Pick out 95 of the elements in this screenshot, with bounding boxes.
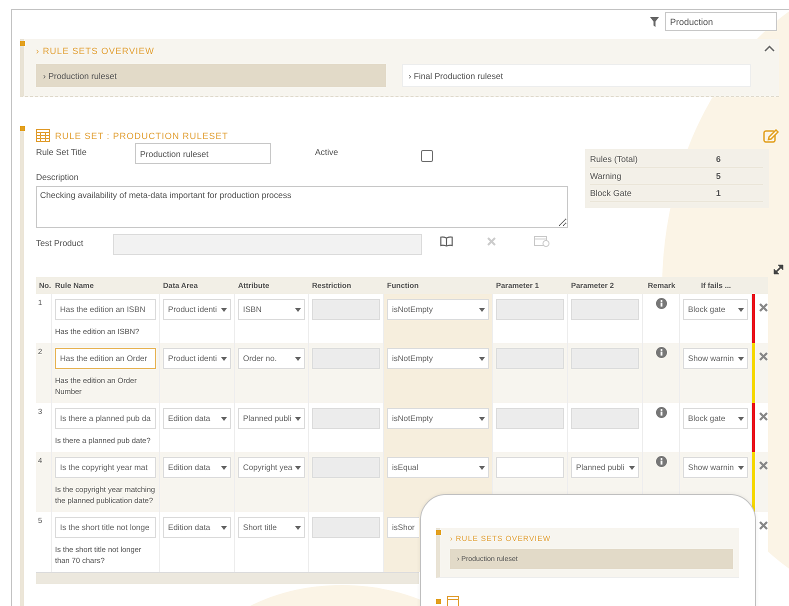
delete-icon[interactable] [759, 352, 768, 361]
field-label: Rule Set Title [36, 147, 88, 157]
caret-icon [629, 466, 635, 470]
function-select[interactable]: isNotEmpty [387, 348, 489, 369]
caret-icon [221, 356, 227, 360]
stat-label: Block Gate [590, 188, 633, 198]
rule-name-field[interactable]: Has the edition an Order [55, 348, 156, 369]
caret-icon [295, 308, 301, 312]
restriction-field[interactable] [312, 348, 380, 369]
delete-icon[interactable] [759, 412, 768, 421]
stat-label: Rules (Total) [590, 154, 639, 164]
if-fails-select[interactable]: Show warnin [683, 348, 748, 369]
if-fails-select[interactable]: Show warnin [683, 457, 748, 478]
filter-icon [650, 16, 659, 26]
stat-value: 5 [716, 171, 721, 181]
section-title: RULE SET : PRODUCTION RULESET [55, 130, 230, 140]
restriction-field[interactable] [312, 299, 380, 320]
stat-value: 6 [716, 154, 721, 164]
caret-icon [221, 416, 227, 420]
info-icon[interactable] [656, 456, 666, 467]
chevron-up-icon[interactable] [764, 45, 775, 52]
active-checkbox[interactable] [421, 150, 433, 162]
horizontal-scrollbar[interactable] [36, 572, 419, 584]
rule-name-field[interactable]: Is the copyright year mat [55, 457, 156, 478]
rule-name-field[interactable]: Is the short title not longe [55, 517, 156, 538]
function-select[interactable]: isNotEmpty [387, 408, 489, 429]
if-fails-select[interactable]: Block gate [683, 299, 748, 320]
caret-icon [295, 466, 301, 470]
restriction-field[interactable] [312, 517, 380, 538]
stat-label: Warning [590, 171, 622, 181]
data-area-select[interactable]: Edition data [163, 408, 231, 429]
section-marker [20, 126, 25, 131]
rule-name-field[interactable]: Has the edition an ISBN [55, 299, 156, 320]
caret-icon [738, 416, 744, 420]
parameter-field[interactable] [571, 348, 639, 369]
table-icon [36, 129, 50, 142]
caret-icon [221, 466, 227, 470]
parameter-field[interactable] [496, 299, 564, 320]
ruleset-item[interactable]: › Production ruleset [36, 64, 386, 87]
filter-field[interactable]: Production [665, 12, 777, 31]
data-area-select[interactable]: Product identi [163, 299, 231, 320]
field-label: Active [315, 147, 340, 157]
book-icon[interactable] [440, 236, 453, 247]
function-select[interactable]: isShor [387, 517, 419, 538]
parameter-field[interactable] [496, 457, 564, 478]
title-field[interactable]: Production ruleset [135, 143, 271, 164]
info-icon[interactable] [656, 347, 666, 358]
restriction-field[interactable] [312, 408, 380, 429]
info-icon[interactable] [656, 407, 666, 418]
data-area-select[interactable]: Edition data [163, 517, 231, 538]
section-title: › RULE SETS OVERVIEW [36, 45, 156, 58]
caret-icon [295, 526, 301, 530]
attribute-select[interactable]: Planned publi [238, 408, 305, 429]
delete-icon[interactable] [759, 303, 768, 312]
caret-icon [221, 526, 227, 530]
if-fails-select[interactable]: Block gate [683, 408, 748, 429]
delete-icon[interactable] [759, 521, 768, 530]
data-area-select[interactable]: Product identi [163, 348, 231, 369]
caret-icon [221, 308, 227, 312]
edit-icon[interactable] [763, 128, 779, 143]
info-icon[interactable] [656, 298, 666, 309]
field-label: Description [36, 172, 80, 182]
parameter-field[interactable] [496, 348, 564, 369]
section-marker [436, 599, 441, 604]
expand-icon[interactable] [772, 263, 785, 276]
parameter-field[interactable] [571, 299, 639, 320]
ruleset-item[interactable]: › Final Production ruleset [402, 64, 751, 87]
rule-name-field[interactable]: Is there a planned pub da [55, 408, 156, 429]
field-label: Test Product [36, 237, 84, 248]
caret-icon [479, 416, 485, 420]
parameter-field[interactable] [496, 408, 564, 429]
stat-value: 1 [716, 188, 721, 198]
parameter-select[interactable]: Planned publi [571, 457, 639, 478]
data-area-select[interactable]: Edition data [163, 457, 231, 478]
restriction-field[interactable] [312, 457, 380, 478]
section-marker [436, 530, 441, 535]
function-select[interactable]: isEqual [387, 457, 489, 478]
caret-icon [738, 356, 744, 360]
delete-icon[interactable] [759, 461, 768, 470]
caret-icon [479, 356, 485, 360]
caret-icon [295, 416, 301, 420]
attribute-select[interactable]: Short title [238, 517, 305, 538]
attribute-select[interactable]: ISBN [238, 299, 305, 320]
caret-icon [738, 466, 744, 470]
attribute-select[interactable]: Copyright yea [238, 457, 305, 478]
caret-icon [479, 466, 485, 470]
attribute-select[interactable]: Order no. [238, 348, 305, 369]
caret-icon [479, 308, 485, 312]
caret-icon [738, 308, 744, 312]
section-marker [20, 41, 25, 46]
parameter-field[interactable] [571, 408, 639, 429]
function-select[interactable]: isNotEmpty [387, 299, 489, 320]
table-icon [447, 596, 459, 606]
caret-icon [295, 356, 301, 360]
description-field[interactable]: Checking availability of meta-data important for production process [36, 186, 568, 228]
